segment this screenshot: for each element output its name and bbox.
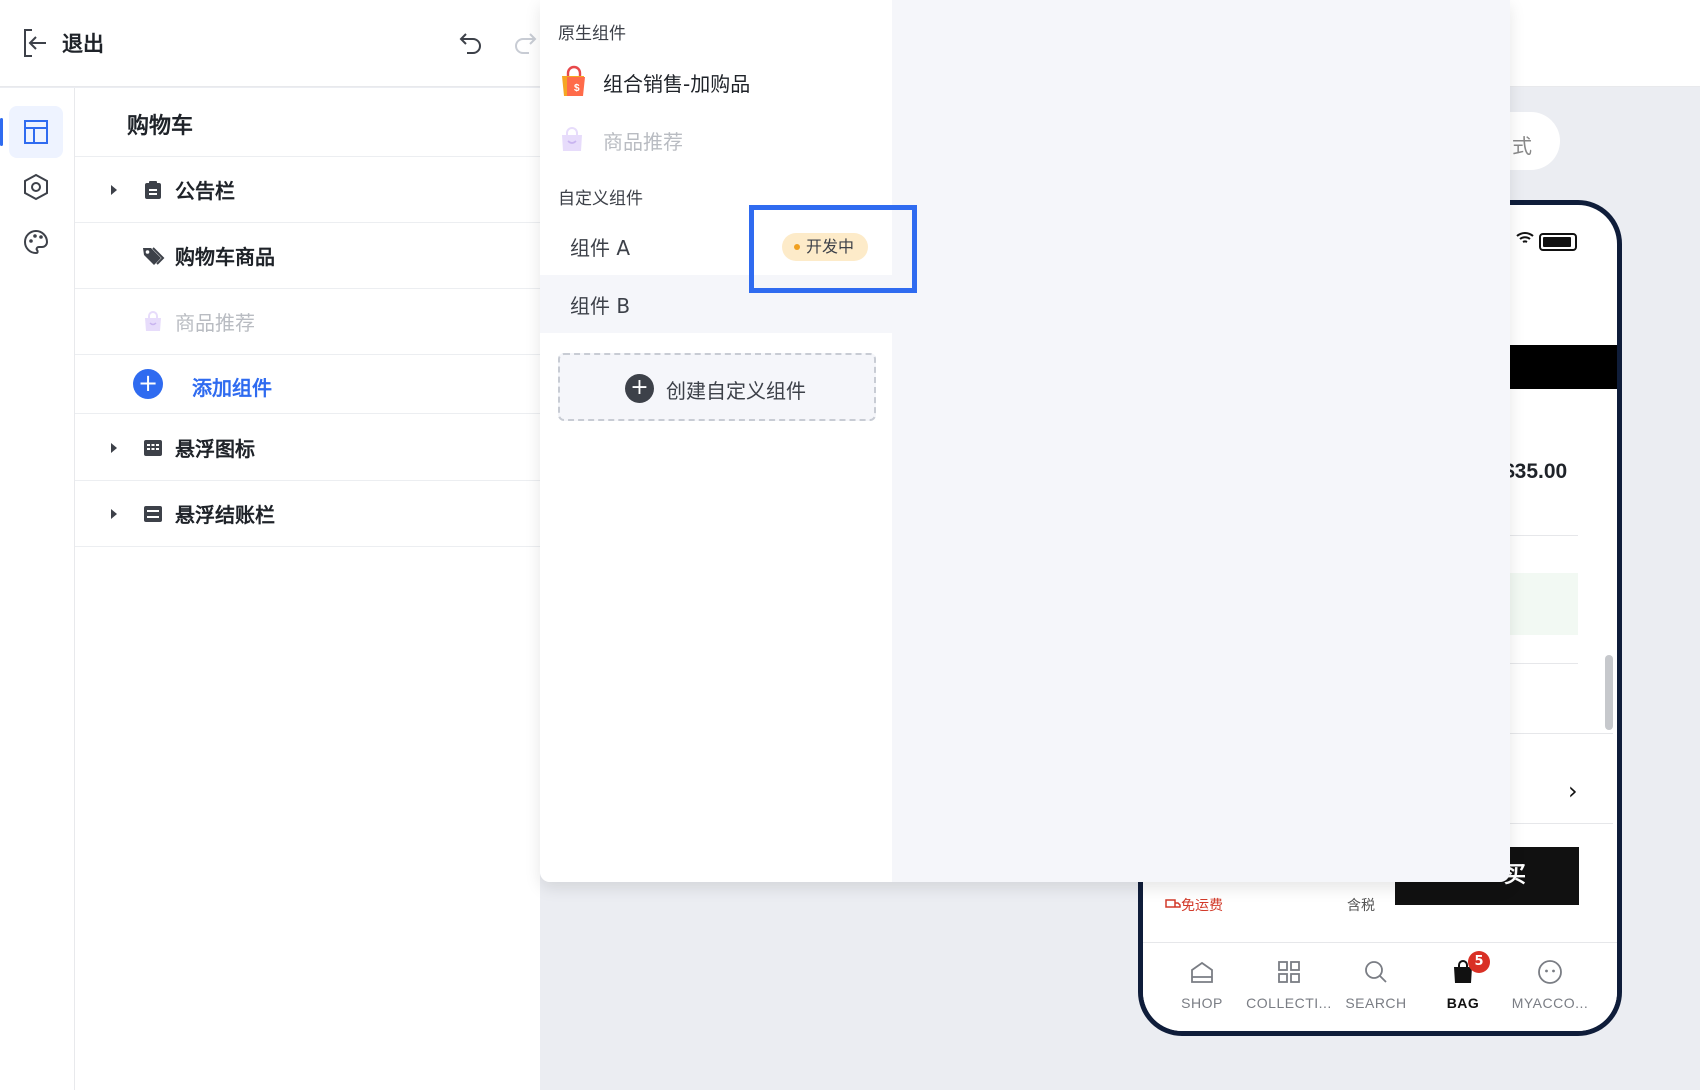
rail-item-theme[interactable] [9,216,63,268]
add-component-row[interactable]: + 添加组件 [75,355,540,414]
component-picker-dropdown: 原生组件 $ 组合销售-加购品 商品推荐 自定义组件 组件 A 开发中 组件 B… [540,0,1510,882]
product-price: $35.00 [1503,460,1568,483]
tags-icon [141,244,165,268]
tab-label: COLLECTI... [1246,995,1332,1011]
cart-count-badge: 5 [1468,951,1490,973]
exit-label: 退出 [62,32,104,56]
native-item-bundle[interactable]: $ 组合销售-加购品 [558,58,888,106]
tab-collections[interactable]: COLLECTI... [1246,955,1332,1011]
grid-panel-icon [141,436,165,460]
rail-item-layout[interactable] [9,106,63,158]
expand-caret-icon[interactable] [111,508,117,519]
add-component-label[interactable]: 添加组件 [192,372,272,401]
tab-label: SEARCH [1345,995,1407,1011]
create-custom-component-label: 创建自定义组件 [666,379,806,403]
shopping-bag-icon [141,310,165,334]
tab-search[interactable]: SEARCH [1333,955,1419,1011]
create-custom-component-button[interactable]: + 创建自定义组件 [558,353,876,421]
component-tree: 购物车 公告栏 购物车商品 商品推荐 + 添加组件 悬浮图标 悬浮结账栏 [75,88,540,1090]
expand-caret-icon[interactable] [111,442,117,453]
tree-item-recommendations[interactable]: 商品推荐 [75,289,540,355]
rail-item-settings[interactable] [9,161,63,213]
shopping-bag-icon [562,127,582,151]
scrollbar-thumb[interactable] [1605,655,1613,730]
chevron-right-icon[interactable]: › [1568,777,1578,805]
exit-icon [24,29,46,57]
exit-button[interactable]: 退出 [22,28,104,58]
highlight-box [749,205,917,293]
bottom-tab-bar: SHOP COLLECTI... SEARCH 5 BAG MYACCO... [1143,942,1617,1031]
tree-item-floating-icon[interactable]: 悬浮图标 [75,415,540,481]
tree-item-label: 悬浮图标 [175,437,255,461]
custom-item-label: 组件 A [570,236,631,260]
tab-my-account[interactable]: MYACCO... [1507,955,1593,1011]
settings-icon [24,173,48,201]
tree-item-label: 悬浮结账栏 [175,503,275,527]
native-item-recommendations[interactable]: 商品推荐 [558,116,888,164]
tab-label: BAG [1446,995,1480,1011]
preview-mode-label: 式 [1512,134,1532,158]
svg-text:$: $ [574,83,580,94]
tab-shop[interactable]: SHOP [1159,955,1245,1011]
free-shipping-label: 免运费 [1165,895,1223,915]
rail-active-indicator [0,118,3,146]
shopping-bag-icon: $ [562,65,585,96]
tree-item-label: 公告栏 [175,179,235,203]
tab-label: MYACCO... [1511,995,1589,1011]
custom-section-title: 自定义组件 [558,189,643,209]
custom-item-label: 组件 B [570,294,631,318]
layout-icon [24,120,48,144]
palette-icon [24,229,49,255]
tax-label: 含税 [1347,898,1375,914]
wifi-icon [1516,232,1534,243]
tree-item-label: 商品推荐 [175,311,255,335]
redo-icon[interactable] [512,30,538,56]
battery-icon [1539,233,1577,251]
left-rail [0,88,75,1090]
plus-icon: + [625,374,654,403]
home-icon [1191,961,1213,983]
truck-icon [1165,899,1181,908]
grid-icon [1278,961,1300,983]
native-item-label: 组合销售-加购品 [603,71,751,96]
tab-label: SHOP [1181,995,1223,1011]
search-icon [1365,961,1387,983]
tab-bag[interactable]: 5 BAG [1420,951,1506,1011]
tree-item-announcement[interactable]: 公告栏 [75,157,540,223]
tree-item-floating-checkout[interactable]: 悬浮结账栏 [75,481,540,547]
panel-icon [141,502,165,526]
native-section-title: 原生组件 [558,24,626,44]
expand-caret-icon[interactable] [111,184,117,195]
tree-item-label: 购物车商品 [175,245,275,269]
account-icon [1538,960,1562,984]
component-list: 原生组件 $ 组合销售-加购品 商品推荐 自定义组件 组件 A 开发中 组件 B… [540,0,892,882]
undo-icon[interactable] [458,30,484,56]
native-item-label: 商品推荐 [603,129,683,154]
page-title: 购物车 [127,114,194,139]
tree-item-cart-products[interactable]: 购物车商品 [75,223,540,289]
add-icon[interactable]: + [133,369,163,399]
clipboard-icon [141,178,165,202]
